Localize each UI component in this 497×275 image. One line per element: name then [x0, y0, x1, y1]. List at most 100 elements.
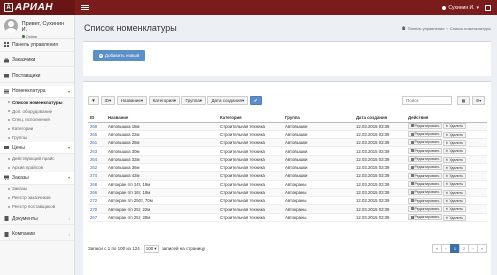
edit-button[interactable]: Редактировать: [408, 156, 442, 163]
edit-button[interactable]: Редактировать: [408, 189, 442, 196]
sidebar-item-documents[interactable]: Документы ‹: [0, 213, 74, 226]
search-input[interactable]: [402, 96, 452, 105]
sidebar-subitem-categories[interactable]: Категории: [0, 124, 74, 133]
sidebar-subitem-price-archive[interactable]: Архив прайсов: [0, 163, 74, 172]
sidebar-item-suppliers[interactable]: Поставщики: [0, 70, 74, 83]
cell-actions: Редактировать ✕ Удалить: [406, 188, 487, 198]
cell-id[interactable]: 272: [88, 196, 106, 206]
edit-label: Редактировать: [414, 140, 440, 145]
delete-button[interactable]: ✕ Удалить: [442, 139, 466, 146]
sidebar-subitem-supplier-registry[interactable]: Реестр поставщиков: [0, 202, 74, 211]
edit-button[interactable]: Редактировать: [408, 172, 442, 179]
cell-id[interactable]: 269: [88, 122, 106, 131]
close-icon: ✕: [445, 124, 449, 129]
delete-button[interactable]: ✕ Удалить: [442, 206, 466, 213]
sidebar-item-dashboard[interactable]: Панель управления: [0, 39, 74, 52]
user-menu[interactable]: Сухинин И. ▾: [442, 5, 479, 11]
sidebar-item-prices[interactable]: Цены ▾: [0, 141, 74, 155]
caret-down-icon: ▾: [241, 97, 245, 103]
caret-down-icon: ▾: [199, 97, 202, 103]
sidebar-item-orders[interactable]: Заказы ▾: [0, 172, 74, 185]
column-header-id[interactable]: ID: [88, 113, 106, 123]
sidebar-item-companies[interactable]: Компании ‹: [0, 228, 74, 241]
apply-filter-button[interactable]: ✔: [249, 96, 262, 105]
export-button[interactable]: ☰▾: [472, 96, 485, 105]
sidebar-subitem-orders[interactable]: Заказы: [0, 185, 74, 194]
sidebar-subitem-customer-registry[interactable]: Реестр заказчиков: [0, 193, 74, 202]
edit-icon: [410, 174, 414, 178]
filter-group-dropdown[interactable]: Группа ▾: [181, 96, 206, 105]
cell-id[interactable]: 264: [88, 155, 106, 165]
sidebar-toggle-button[interactable]: [81, 4, 89, 11]
delete-button[interactable]: ✕ Удалить: [442, 131, 466, 138]
sidebar-item-label: Компании: [12, 231, 35, 238]
cell-id[interactable]: 270: [88, 204, 106, 214]
edit-button[interactable]: Редактировать: [408, 164, 442, 171]
filter-button[interactable]: ▼: [88, 96, 99, 105]
edit-button[interactable]: Редактировать: [408, 205, 442, 212]
cell-id[interactable]: 268: [88, 180, 106, 189]
delete-button[interactable]: ✕ Удалить: [442, 156, 466, 163]
column-header-date[interactable]: Дата создания: [354, 113, 406, 123]
edit-label: Редактировать: [414, 165, 440, 170]
sidebar-subitem-special-versions[interactable]: Спец. исполнения: [0, 116, 74, 125]
cell-id[interactable]: 274: [88, 171, 106, 181]
delete-label: Удалить: [449, 215, 464, 220]
sidebar-subitem-nomenclature-list[interactable]: Список номенклатуры: [0, 98, 74, 107]
edit-button[interactable]: Редактировать: [408, 197, 442, 204]
add-new-button[interactable]: + Добавить новый: [93, 50, 145, 61]
cell-id[interactable]: 267: [88, 213, 106, 223]
cell-id[interactable]: 263: [88, 146, 106, 156]
delete-label: Удалить: [449, 124, 464, 129]
delete-button[interactable]: ✕ Удалить: [442, 181, 466, 188]
logout-icon[interactable]: [485, 4, 491, 11]
sidebar-subitem-groups[interactable]: Группы: [0, 133, 74, 142]
edit-button[interactable]: Редактировать: [408, 131, 442, 138]
close-icon: ✕: [445, 215, 449, 220]
box-icon: [4, 74, 9, 78]
delete-button[interactable]: ✕ Удалить: [442, 173, 466, 180]
edit-button[interactable]: Редактировать: [408, 147, 442, 154]
cell-id[interactable]: 261: [88, 138, 106, 148]
columns-button[interactable]: ▦: [457, 96, 470, 105]
page-button[interactable]: »: [477, 244, 487, 253]
sidebar-subitem-extra-equipment[interactable]: Доп. оборудование: [0, 107, 74, 116]
cell-name: Автовышка 28м: [106, 138, 218, 148]
column-header-group[interactable]: Группа: [283, 113, 354, 123]
sidebar-item-nomenclature[interactable]: Номенклатура ▾: [0, 85, 74, 98]
filter-date-dropdown[interactable]: Дата создания ▾: [207, 96, 249, 105]
delete-button[interactable]: ✕ Удалить: [442, 123, 466, 130]
brand-logo[interactable]: A АРИАН: [0, 0, 75, 15]
delete-label: Удалить: [449, 190, 464, 195]
cell-id[interactable]: 262: [88, 163, 106, 173]
delete-button[interactable]: ✕ Удалить: [442, 189, 466, 196]
edit-button[interactable]: Редактировать: [408, 122, 442, 129]
subitem-label: Действующий прайс: [12, 156, 55, 162]
sidebar-item-customers[interactable]: Заказчики: [0, 55, 74, 67]
filter-category-dropdown[interactable]: Категория ▾: [148, 96, 180, 105]
delete-button[interactable]: ✕ Удалить: [442, 148, 466, 155]
delete-label: Удалить: [449, 174, 464, 179]
cell-actions: Редактировать ✕ Удалить: [406, 155, 487, 165]
per-page-select[interactable]: 100 ▾: [143, 244, 159, 253]
column-header-name[interactable]: Название: [106, 113, 218, 123]
delete-button[interactable]: ✕ Удалить: [442, 214, 466, 221]
cell-id[interactable]: 266: [88, 188, 106, 198]
filter-id-dropdown[interactable]: ID ▾: [100, 96, 116, 105]
column-header-category[interactable]: Категория: [218, 113, 283, 123]
cell-id[interactable]: 265: [88, 130, 106, 140]
edit-button[interactable]: Редактировать: [408, 180, 442, 187]
edit-button[interactable]: Редактировать: [408, 139, 442, 146]
breadcrumb-link-dashboard[interactable]: Панель управления: [408, 26, 445, 31]
table-footer: Записи с 1 по 100 из 124 100 ▾ записей на…: [88, 244, 487, 253]
cell-name: Автокран г/п 14т, 19м: [106, 180, 218, 189]
cell-actions: Редактировать ✕ Удалить: [406, 146, 487, 156]
filter-name-dropdown[interactable]: Название ▾: [116, 96, 148, 105]
edit-button[interactable]: Редактировать: [408, 214, 442, 221]
delete-button[interactable]: ✕ Удалить: [442, 164, 466, 171]
avatar: [4, 19, 18, 33]
delete-button[interactable]: ✕ Удалить: [442, 198, 466, 205]
sidebar-subitem-current-price[interactable]: Действующий прайс: [0, 154, 74, 163]
per-page-value: 100: [145, 246, 154, 251]
cell-date: 12.03.2015 03:39: [354, 188, 406, 198]
